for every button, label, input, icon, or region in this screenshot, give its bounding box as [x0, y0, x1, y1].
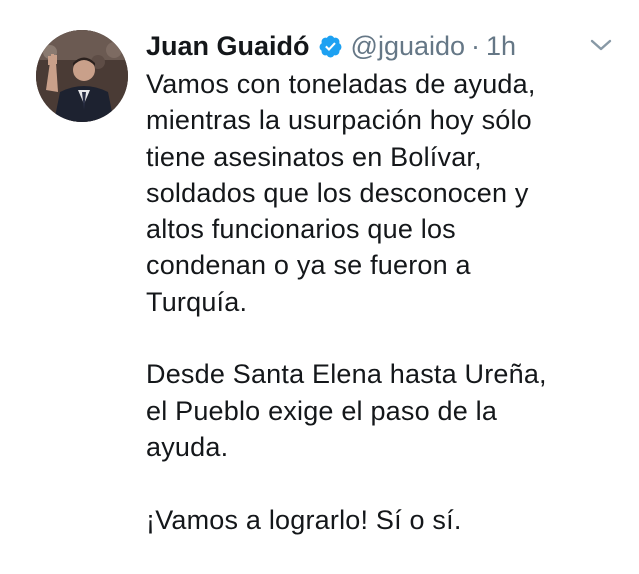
handle[interactable]: @jguaido [351, 31, 466, 62]
verified-badge-icon [318, 34, 343, 59]
tweet-text-line: Turquía. [146, 286, 248, 317]
timestamp[interactable]: 1h [486, 31, 516, 62]
tweet-text-line: Desde Santa Elena hasta Ureña, [146, 359, 547, 390]
tweet-text-line: el Pueblo exige el paso de la [146, 395, 498, 426]
tweet-header: Juan Guaidó @jguaido · 1h [146, 26, 616, 66]
avatar[interactable] [36, 30, 128, 122]
tweet-text-line: ayuda. [146, 431, 229, 462]
display-name[interactable]: Juan Guaidó [146, 31, 310, 62]
tweet-text-line: altos funcionarios que los [146, 214, 456, 245]
tweet-text: Vamos con toneladas de ayuda, mientras l… [146, 66, 626, 538]
tweet-text-line: tiene asesinatos en Bolívar, [146, 141, 482, 172]
tweet-text-line: condenan o ya se fueron a [146, 250, 471, 281]
tweet: Juan Guaidó @jguaido · 1h Vamos con tone… [0, 0, 639, 574]
separator: · [471, 30, 481, 61]
tweet-text-line: soldados que los desconocen y [146, 177, 529, 208]
chevron-down-icon[interactable] [588, 34, 614, 56]
tweet-text-line: mientras la usurpación hoy sólo [146, 105, 532, 136]
tweet-text-line: ¡Vamos a lograrlo! Sí o sí. [146, 504, 462, 535]
tweet-text-line: Vamos con toneladas de ayuda, [146, 69, 536, 99]
avatar-image [36, 30, 128, 122]
